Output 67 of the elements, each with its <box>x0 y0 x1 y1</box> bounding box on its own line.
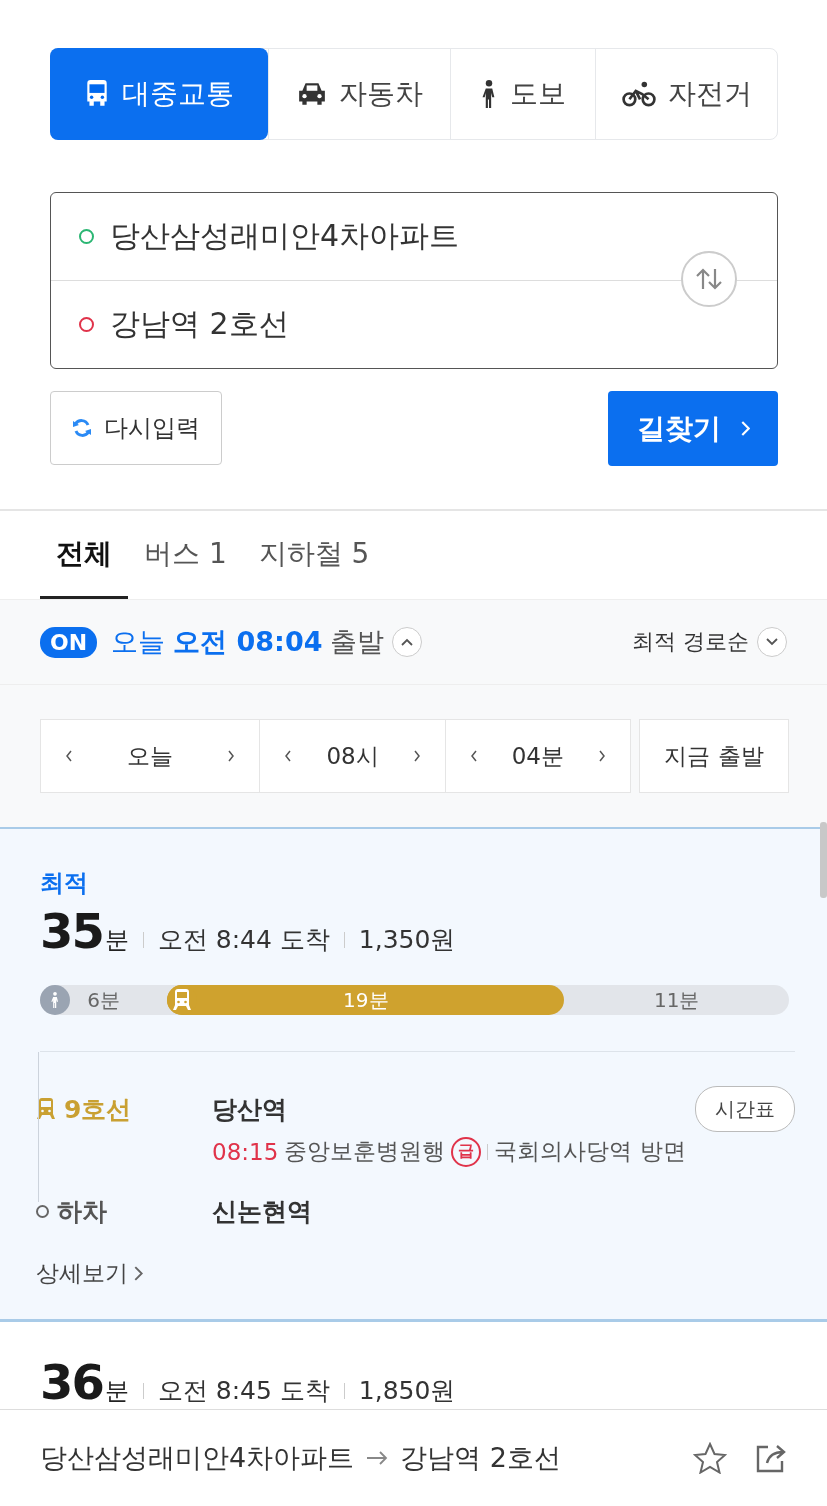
mode-tab[interactable]: 대중교통 <box>50 48 269 140</box>
mode-tab[interactable]: 도보 <box>450 49 596 139</box>
details-link[interactable]: 상세보기 <box>36 1258 143 1289</box>
origin-label: 당산삼성래미안4차아파트 <box>40 1441 355 1475</box>
search-button[interactable]: 길찾기 <box>608 391 778 466</box>
arrival-time: 오전 8:44 도착 <box>157 924 330 956</box>
duration-value: 36 <box>40 1354 103 1410</box>
arrow-icon <box>366 1451 389 1465</box>
mode-tab[interactable]: 자전거 <box>595 49 777 139</box>
previous-icon <box>469 750 478 762</box>
segment-duration: 6분 <box>87 986 121 1014</box>
subway-line: 9호선 <box>64 1093 132 1126</box>
alighting-station: 신논현역 <box>212 1196 313 1228</box>
on-badge[interactable]: ON <box>40 626 98 658</box>
time-value[interactable]: 오늘 <box>127 740 174 772</box>
chevron-up-icon <box>401 638 414 646</box>
chevron-right-icon <box>740 421 750 436</box>
boarding-station: 당산역 <box>212 1093 288 1126</box>
duration-unit: 분 <box>104 925 129 956</box>
fare: 1,350원 <box>358 924 456 956</box>
cyclist-icon <box>621 81 656 107</box>
swap-button[interactable] <box>681 251 737 307</box>
star-icon[interactable] <box>693 1442 727 1474</box>
chevron-down-icon <box>766 638 778 646</box>
previous-icon <box>65 750 73 762</box>
time-value[interactable]: 08시 <box>326 740 379 772</box>
mode-tab[interactable]: 자동차 <box>268 49 450 139</box>
expand-button[interactable] <box>757 627 787 657</box>
next-icon <box>412 750 421 762</box>
timetable-button[interactable]: 시간표 <box>695 1086 795 1132</box>
next-train-time: 08:15 <box>212 1138 279 1165</box>
duration-unit: 분 <box>104 1376 129 1407</box>
duration-value: 35 <box>40 903 103 959</box>
result-tab[interactable]: 지하철 5 <box>242 511 386 599</box>
next-icon <box>227 750 236 762</box>
previous-icon <box>284 750 293 762</box>
collapse-button[interactable] <box>392 627 423 657</box>
destination-label: 강남역 2호선 <box>400 1441 561 1475</box>
stop-marker-icon <box>36 1205 49 1218</box>
share-icon[interactable] <box>755 1443 787 1473</box>
scrollbar[interactable] <box>820 822 827 898</box>
fare: 1,850원 <box>358 1375 456 1407</box>
arrival-time: 오전 8:45 도착 <box>157 1375 330 1407</box>
express-badge: 급 <box>451 1136 482 1167</box>
segment-duration: 19분 <box>343 986 389 1014</box>
reset-button[interactable]: 다시입력 <box>50 391 222 465</box>
depart-now-button[interactable]: 지금 출발 <box>639 719 789 793</box>
chevron-right-icon <box>134 1266 143 1281</box>
best-route-label: 최적 <box>40 868 89 899</box>
train-icon <box>36 1098 56 1120</box>
origin-field[interactable]: 당산삼성래미안4차아파트 <box>51 193 777 280</box>
swap-icon <box>694 267 724 291</box>
car-icon <box>296 82 327 106</box>
departure-label: 출발 <box>330 625 385 659</box>
route-result-card[interactable]: 최적 35분 오전 8:44 도착 1,350원 6분 19분 11분 9호선 당산역 시간표 08:15 중앙보훈병원행 급 국회의사당역 방면 하차 신논현역 상세보기 <box>0 827 827 1322</box>
departure-time[interactable]: 오전 08:04 <box>173 624 323 660</box>
result-tab[interactable]: 버스 1 <box>128 511 243 599</box>
time-value[interactable]: 04분 <box>511 740 564 772</box>
train-destination: 중앙보훈병원행 <box>284 1137 446 1166</box>
departure-day: 오늘 <box>111 624 166 660</box>
walking-person-icon <box>40 985 70 1015</box>
sort-dropdown[interactable]: 최적 경로순 <box>632 627 749 657</box>
refresh-icon <box>72 418 92 438</box>
train-direction: 국회의사당역 방면 <box>494 1137 686 1166</box>
next-icon <box>598 750 606 762</box>
segment-duration: 11분 <box>653 986 700 1014</box>
alight-label: 하차 <box>57 1196 107 1228</box>
